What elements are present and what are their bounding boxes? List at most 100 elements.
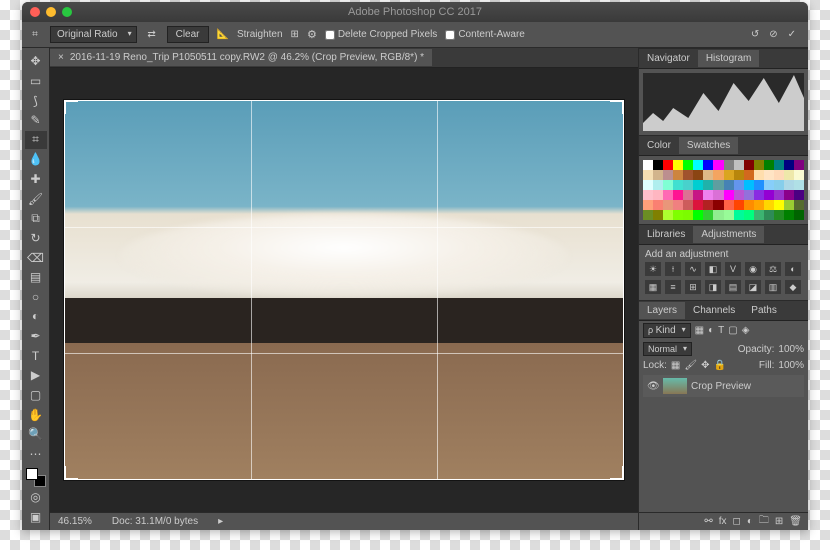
move-tool[interactable]: ✥ bbox=[25, 52, 47, 71]
swatch[interactable] bbox=[653, 180, 663, 190]
swatch[interactable] bbox=[754, 170, 764, 180]
marquee-tool[interactable]: ▭ bbox=[25, 72, 47, 91]
swatch[interactable] bbox=[663, 210, 673, 220]
swatch[interactable] bbox=[784, 160, 794, 170]
brightness-adjustment-icon[interactable]: ☀ bbox=[645, 262, 661, 276]
quick-select-tool[interactable]: ✎ bbox=[25, 111, 47, 130]
new-group-icon[interactable]: 🗀 bbox=[759, 513, 769, 530]
swatch[interactable] bbox=[744, 200, 754, 210]
threshold-icon[interactable]: ◪ bbox=[745, 280, 761, 294]
swatch[interactable] bbox=[724, 190, 734, 200]
gradient-tool[interactable]: ▤ bbox=[25, 268, 47, 287]
swatch[interactable] bbox=[713, 180, 723, 190]
swatch[interactable] bbox=[683, 200, 693, 210]
hue-adjustment-icon[interactable]: ◉ bbox=[745, 262, 761, 276]
color-balance-icon[interactable]: ⚖ bbox=[765, 262, 781, 276]
swatch[interactable] bbox=[703, 180, 713, 190]
filter-type-icon[interactable]: T bbox=[718, 325, 724, 336]
swatch[interactable] bbox=[643, 180, 653, 190]
edit-toolbar-icon[interactable]: ⋯ bbox=[25, 445, 47, 464]
clone-stamp-tool[interactable]: ⧉ bbox=[25, 209, 47, 228]
zoom-level[interactable]: 46.15% bbox=[58, 516, 92, 527]
swatch[interactable] bbox=[774, 200, 784, 210]
overlay-grid-icon[interactable]: ⊞ bbox=[291, 29, 299, 40]
swatch[interactable] bbox=[693, 170, 703, 180]
tab-swatches[interactable]: Swatches bbox=[679, 137, 738, 154]
zoom-tool[interactable]: 🔍 bbox=[25, 425, 47, 444]
crop-tool[interactable]: ⌗ bbox=[25, 131, 47, 150]
clear-button[interactable]: Clear bbox=[167, 26, 209, 43]
layer-filter-select[interactable]: ρ Kind bbox=[643, 323, 691, 338]
swatch[interactable] bbox=[754, 180, 764, 190]
swatch[interactable] bbox=[663, 190, 673, 200]
opacity-value[interactable]: 100% bbox=[778, 344, 804, 355]
swatch[interactable] bbox=[673, 180, 683, 190]
crop-handle-bottom-left[interactable] bbox=[64, 466, 78, 480]
pen-tool[interactable]: ✒ bbox=[25, 327, 47, 346]
swatch[interactable] bbox=[643, 170, 653, 180]
swatch[interactable] bbox=[774, 210, 784, 220]
lock-all-icon[interactable]: 🔒 bbox=[713, 360, 725, 371]
posterize-icon[interactable]: ▤ bbox=[725, 280, 741, 294]
swatch[interactable] bbox=[724, 210, 734, 220]
swatch[interactable] bbox=[724, 160, 734, 170]
swatch[interactable] bbox=[744, 180, 754, 190]
swatch[interactable] bbox=[774, 170, 784, 180]
swatch[interactable] bbox=[713, 160, 723, 170]
lock-transparency-icon[interactable]: ▦ bbox=[671, 360, 680, 371]
swatch[interactable] bbox=[703, 160, 713, 170]
tab-navigator[interactable]: Navigator bbox=[639, 50, 698, 67]
swatch[interactable] bbox=[744, 190, 754, 200]
swatch[interactable] bbox=[774, 160, 784, 170]
tab-paths[interactable]: Paths bbox=[743, 302, 785, 319]
swatch[interactable] bbox=[744, 170, 754, 180]
layer-visibility-icon[interactable]: 👁 bbox=[647, 381, 659, 392]
commit-crop-icon[interactable]: ✓ bbox=[788, 29, 796, 40]
tab-color[interactable]: Color bbox=[639, 137, 679, 154]
swatch[interactable] bbox=[754, 190, 764, 200]
crop-handle-bottom-right[interactable] bbox=[610, 466, 624, 480]
channel-mixer-icon[interactable]: ≡ bbox=[665, 280, 681, 294]
content-aware-checkbox[interactable]: Content-Aware bbox=[445, 29, 525, 40]
swatch[interactable] bbox=[724, 180, 734, 190]
swatch[interactable] bbox=[794, 190, 804, 200]
swatch[interactable] bbox=[764, 180, 774, 190]
swatch[interactable] bbox=[754, 210, 764, 220]
crop-handle-top-right[interactable] bbox=[610, 100, 624, 114]
swatch[interactable] bbox=[774, 180, 784, 190]
swatch[interactable] bbox=[713, 170, 723, 180]
swatch[interactable] bbox=[734, 210, 744, 220]
brush-tool[interactable]: 🖌 bbox=[25, 189, 47, 208]
layer-name[interactable]: Crop Preview bbox=[691, 381, 751, 392]
swatch[interactable] bbox=[764, 160, 774, 170]
filter-pixel-icon[interactable]: ▦ bbox=[695, 325, 704, 336]
lasso-tool[interactable]: ⟆ bbox=[25, 91, 47, 110]
filter-smart-icon[interactable]: ◈ bbox=[742, 325, 750, 336]
swatch[interactable] bbox=[663, 200, 673, 210]
delete-cropped-checkbox[interactable]: Delete Cropped Pixels bbox=[325, 29, 438, 40]
maximize-window-button[interactable] bbox=[62, 7, 72, 17]
swatch[interactable] bbox=[713, 200, 723, 210]
swatch[interactable] bbox=[673, 210, 683, 220]
swatch[interactable] bbox=[794, 200, 804, 210]
swatch[interactable] bbox=[703, 170, 713, 180]
crop-options-gear-icon[interactable]: ⚙ bbox=[307, 28, 317, 41]
swatch[interactable] bbox=[774, 190, 784, 200]
canvas-area[interactable] bbox=[50, 68, 638, 512]
swatch[interactable] bbox=[764, 170, 774, 180]
crop-handle-top-left[interactable] bbox=[64, 100, 78, 114]
swatch[interactable] bbox=[764, 210, 774, 220]
swatch[interactable] bbox=[713, 190, 723, 200]
type-tool[interactable]: T bbox=[25, 346, 47, 365]
swatch[interactable] bbox=[734, 180, 744, 190]
tab-libraries[interactable]: Libraries bbox=[639, 226, 693, 243]
photo-filter-icon[interactable]: ▦ bbox=[645, 280, 661, 294]
swatch[interactable] bbox=[663, 180, 673, 190]
swatch[interactable] bbox=[784, 190, 794, 200]
swatch[interactable] bbox=[703, 200, 713, 210]
gradient-map-icon[interactable]: ▥ bbox=[765, 280, 781, 294]
swatch[interactable] bbox=[673, 200, 683, 210]
tab-channels[interactable]: Channels bbox=[685, 302, 743, 319]
filter-adjustment-icon[interactable]: ◐ bbox=[708, 325, 714, 336]
swatch[interactable] bbox=[663, 170, 673, 180]
